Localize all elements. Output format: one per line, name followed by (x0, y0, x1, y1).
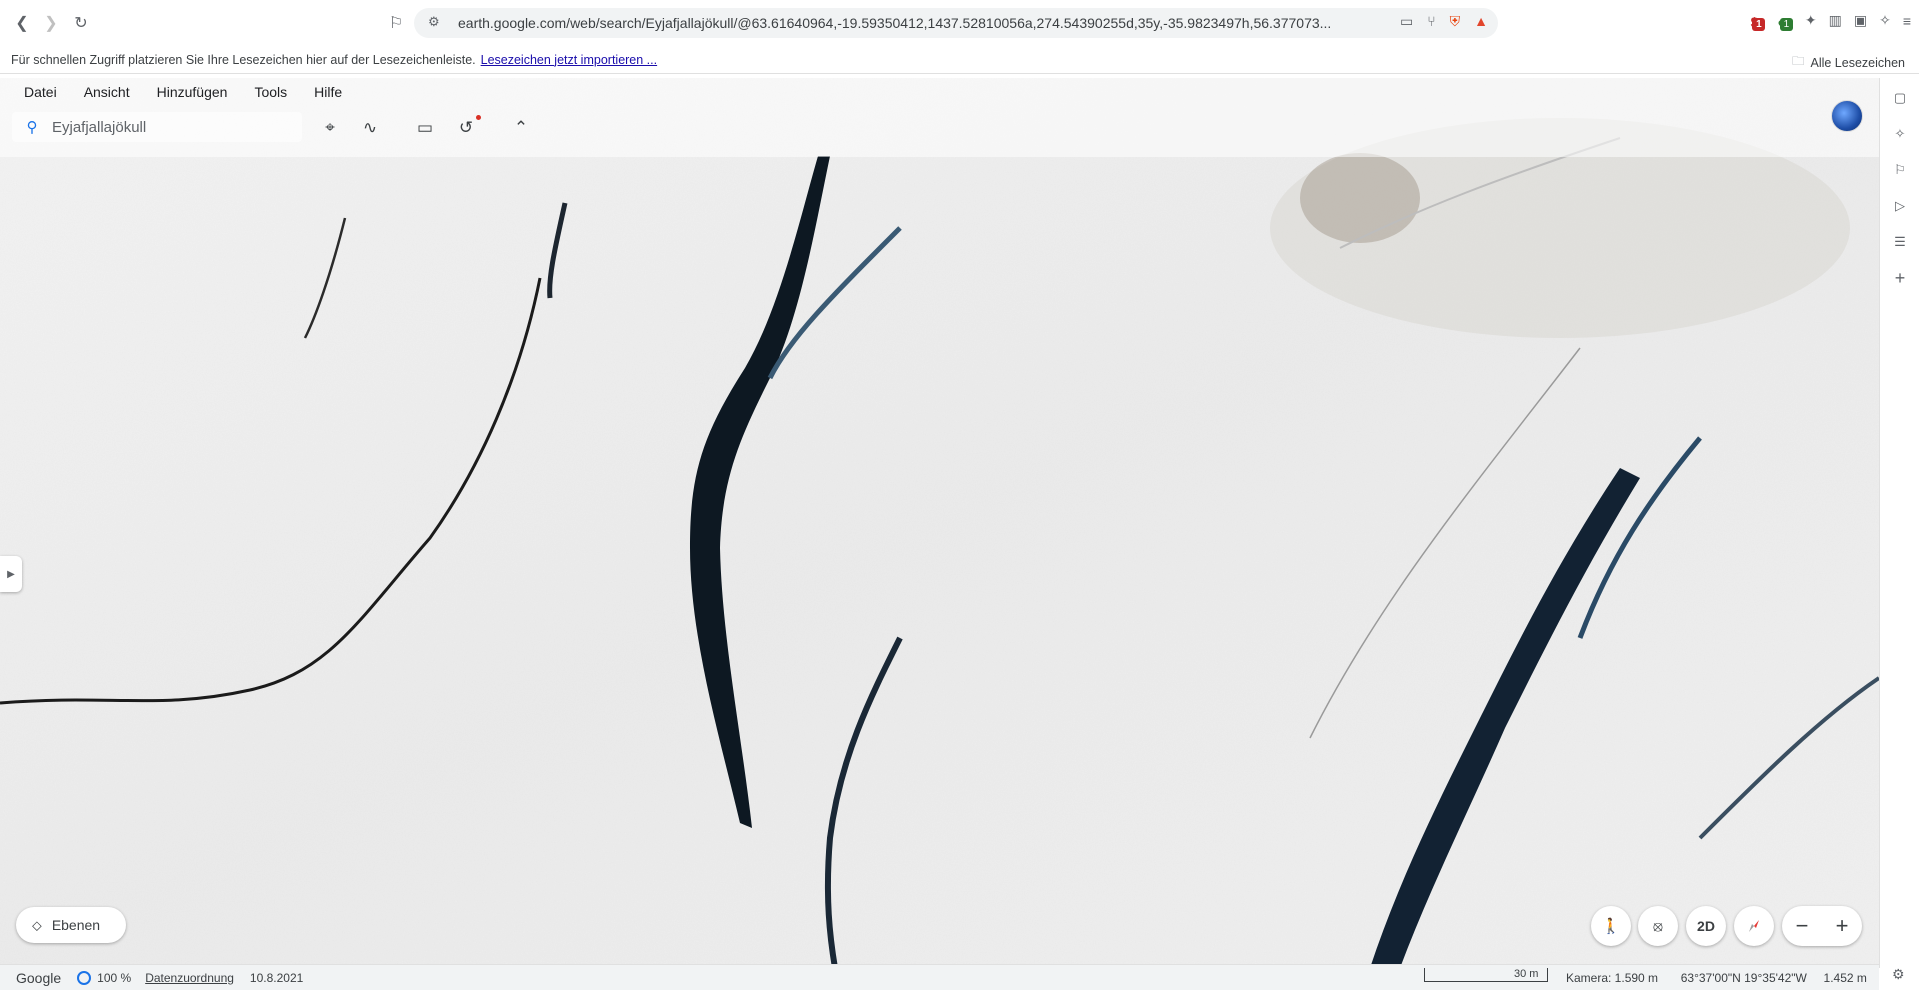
auto-orient-button[interactable]: ⦻ (1638, 906, 1678, 946)
draw-path-icon[interactable]: ∿ (358, 116, 382, 140)
zoom-controls: − + (1782, 906, 1862, 946)
reading-list-side-icon[interactable]: ☰ (1890, 232, 1910, 252)
reload-icon[interactable]: ↻ (67, 9, 95, 37)
search-input[interactable] (52, 118, 292, 136)
search-icon[interactable]: ⚲ (12, 118, 52, 136)
menu-bar: Datei Ansicht Hinzufügen Tools Hilfe (24, 84, 369, 100)
zoom-out-button[interactable]: − (1796, 913, 1809, 939)
menu-ansicht[interactable]: Ansicht (84, 84, 130, 100)
menu-hilfe[interactable]: Hilfe (314, 84, 342, 100)
layers-button[interactable]: ⬦ Ebenen (16, 907, 126, 943)
layers-icon: ⬦ (32, 916, 42, 933)
extension-badge-2: 1 (1779, 18, 1793, 31)
data-attribution-link[interactable]: Datenzuordnung (145, 971, 234, 985)
sidebar-toggle-icon[interactable]: ▥ (1829, 12, 1842, 29)
menu-tools[interactable]: Tools (254, 84, 287, 100)
extension-icon-1[interactable]: $1 (1751, 10, 1766, 31)
bookmarks-hint: Für schnellen Zugriff platzieren Sie Ihr… (11, 52, 476, 67)
all-bookmarks-button[interactable]: 🗀 Alle Lesezeichen (1792, 52, 1905, 73)
extensions-puzzle-icon[interactable]: ✦ (1805, 12, 1817, 29)
all-bookmarks-label: Alle Lesezeichen (1810, 55, 1905, 70)
wallet-side-icon[interactable]: ▢ (1890, 88, 1910, 108)
scale-label: 30 m (1514, 968, 1539, 980)
menu-hinzufuegen[interactable]: Hinzufügen (157, 84, 228, 100)
folder-icon: 🗀 (1791, 54, 1805, 68)
compass-button[interactable] (1734, 906, 1774, 946)
elevation: 1.452 m (1823, 971, 1867, 985)
extension-bar: $1 ●1 ✦ ▥ ▣ ✧ ≡ (1751, 10, 1911, 31)
coordinates: 63°37'00"N 19°35'42"W (1680, 971, 1807, 985)
menu-icon[interactable]: ≡ (1903, 13, 1911, 29)
brave-rewards-icon[interactable]: ▲ (1474, 13, 1488, 30)
add-side-icon[interactable]: + (1890, 268, 1910, 288)
extension-icon-2[interactable]: ●1 (1777, 10, 1793, 31)
search-box[interactable]: ⚲ (12, 112, 302, 142)
google-logo: Google (16, 969, 62, 986)
cast-icon[interactable]: ▭ (1400, 13, 1413, 30)
bookmarks-bar: Für schnellen Zugriff platzieren Sie Ihr… (0, 46, 1919, 74)
notification-dot (476, 115, 481, 120)
media-side-icon[interactable]: ▷ (1890, 196, 1910, 216)
load-percent: 100 % (97, 970, 132, 985)
imagery-date: 10.8.2021 (249, 970, 304, 985)
layers-label: Ebenen (51, 917, 101, 933)
2d-toggle-button[interactable]: 2D (1686, 906, 1726, 946)
menu-datei[interactable]: Datei (24, 84, 57, 100)
collapse-chevron-icon[interactable]: ⌃ (509, 116, 533, 140)
compass-needle-icon (1749, 920, 1759, 932)
user-avatar[interactable] (1831, 100, 1863, 132)
zoom-in-button[interactable]: + (1836, 913, 1849, 939)
share-icon[interactable]: ⑂ (1427, 13, 1435, 30)
street-view-pegman-button[interactable]: 🚶 (1591, 906, 1631, 946)
loading-ring-icon (77, 970, 92, 985)
add-placemark-icon[interactable]: ⌖ (318, 116, 342, 140)
ruler-icon[interactable]: ▭ (413, 116, 437, 140)
wallet-icon[interactable]: ▣ (1854, 12, 1867, 29)
extension-badge-1: 1 (1752, 18, 1766, 31)
bookmark-icon[interactable]: ⚐ (382, 9, 410, 37)
leo-ai-icon[interactable]: ✧ (1879, 12, 1891, 29)
site-info-icon[interactable]: ⚙ (428, 14, 444, 30)
back-icon[interactable]: ❮ (8, 9, 36, 37)
bookmarks-side-icon[interactable]: ⚐ (1890, 160, 1910, 180)
camera-altitude: Kamera: 1.590 m (1566, 971, 1659, 985)
settings-gear-icon[interactable]: ⚙ (1892, 966, 1905, 983)
import-bookmarks-link[interactable]: Lesezeichen jetzt importieren ... (481, 53, 657, 67)
brave-shield-icon[interactable]: ⛨ (1450, 13, 1461, 30)
browser-side-panel: ▢ ✧ ⚐ ▷ ☰ + (1879, 78, 1919, 968)
map-viewport[interactable] (0, 78, 1879, 968)
camera-info: Kamera: 1.590 m 63°37'00"N 19°35'42"W 1.… (1566, 971, 1867, 985)
chevron-right-icon: ▶ (7, 568, 15, 580)
forward-icon[interactable]: ❯ (37, 9, 65, 37)
expand-panel-handle[interactable]: ▶ (0, 556, 22, 592)
historical-imagery-icon[interactable]: ↺ (454, 116, 478, 140)
glacier-imagery (0, 78, 1879, 968)
leo-side-icon[interactable]: ✧ (1890, 124, 1910, 144)
address-bar[interactable]: ⚙ earth.google.com/web/search/Eyjafjalla… (414, 8, 1498, 38)
url-text[interactable]: earth.google.com/web/search/Eyjafjallajö… (458, 15, 1331, 31)
